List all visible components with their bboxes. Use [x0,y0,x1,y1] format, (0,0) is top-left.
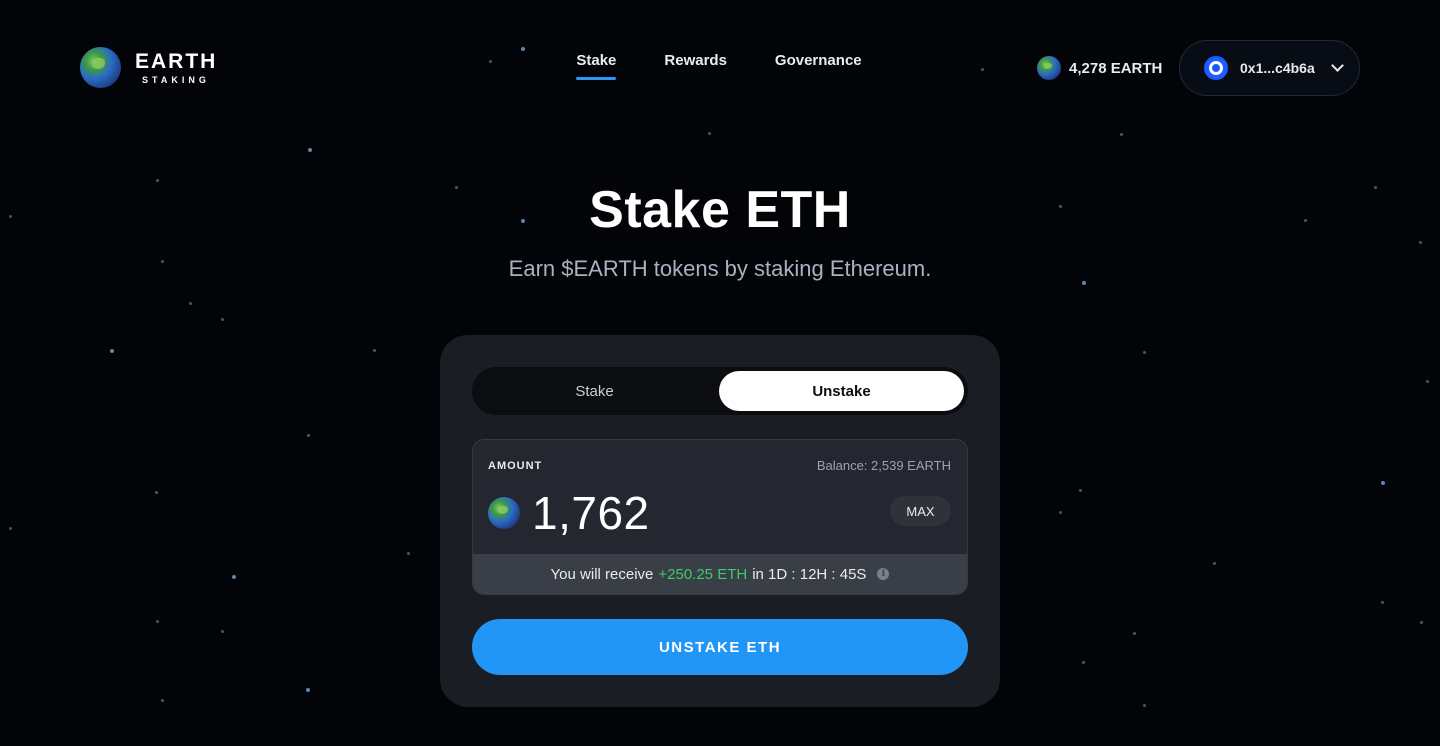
star [1120,133,1123,136]
brand-logo[interactable]: EARTH STAKING [80,47,217,88]
amount-input[interactable]: 1,762 [532,486,650,540]
star [489,60,492,63]
wallet-address: 0x1...c4b6a [1240,60,1315,76]
star [155,491,158,494]
star [232,575,236,579]
star [708,132,711,135]
star [1213,562,1216,565]
star [307,434,310,437]
receive-prefix: You will receive [550,565,654,583]
star [306,688,310,692]
star [1059,511,1062,514]
page-title: Stake ETH [589,181,851,239]
star [1143,351,1146,354]
amount-panel: AMOUNT Balance: 2,539 EARTH 1,762 MAX Yo… [472,439,968,595]
star [1133,632,1136,635]
chevron-down-icon [1330,59,1344,72]
star [161,699,164,702]
star [221,630,224,633]
earth-token-icon [488,497,520,529]
star [110,349,114,353]
star [1426,380,1429,383]
receive-amount: +250.25 ETH [658,565,748,583]
unstake-button[interactable]: UNSTAKE ETH [472,619,968,675]
max-button[interactable]: MAX [890,496,951,526]
nav-item-rewards[interactable]: Rewards [664,52,727,80]
star [189,302,192,305]
star [308,148,312,152]
star [1420,621,1423,624]
star [1082,661,1085,664]
star [1381,601,1384,604]
stake-unstake-toggle: Stake Unstake [472,367,968,415]
star [1079,489,1082,492]
earth-logo-icon [80,47,121,88]
amount-label: AMOUNT [488,460,543,472]
star [981,68,984,71]
star [407,552,410,555]
nav-item-governance[interactable]: Governance [775,52,862,80]
star [373,349,376,352]
tab-unstake[interactable]: Unstake [719,371,964,411]
star [221,318,224,321]
star [9,527,12,530]
info-icon[interactable]: i [877,568,890,580]
wallet-icon [1204,56,1228,80]
tab-stake[interactable]: Stake [472,367,717,415]
star [521,47,525,51]
star [156,620,159,623]
receive-summary: You will receive +250.25 ETH in 1D : 12H… [473,554,967,594]
receive-timer: in 1D : 12H : 45S [752,565,867,583]
wallet-button[interactable]: 0x1...c4b6a [1179,40,1360,96]
earth-token-icon [1037,56,1061,80]
earth-balance-text: 4,278 EARTH [1069,59,1163,77]
star [1143,704,1146,707]
earth-balance: 4,278 EARTH [1037,56,1162,80]
star [1419,241,1422,244]
page-subtitle: Earn $EARTH tokens by staking Ethereum. [508,256,932,281]
nav-item-stake[interactable]: Stake [576,52,617,80]
star [1381,481,1385,485]
brand-title: EARTH [135,49,218,73]
stake-card: Stake Unstake AMOUNT Balance: 2,539 EART… [440,335,1000,707]
amount-balance: Balance: 2,539 EARTH [816,458,951,473]
brand-subtitle: STAKING [142,74,210,85]
